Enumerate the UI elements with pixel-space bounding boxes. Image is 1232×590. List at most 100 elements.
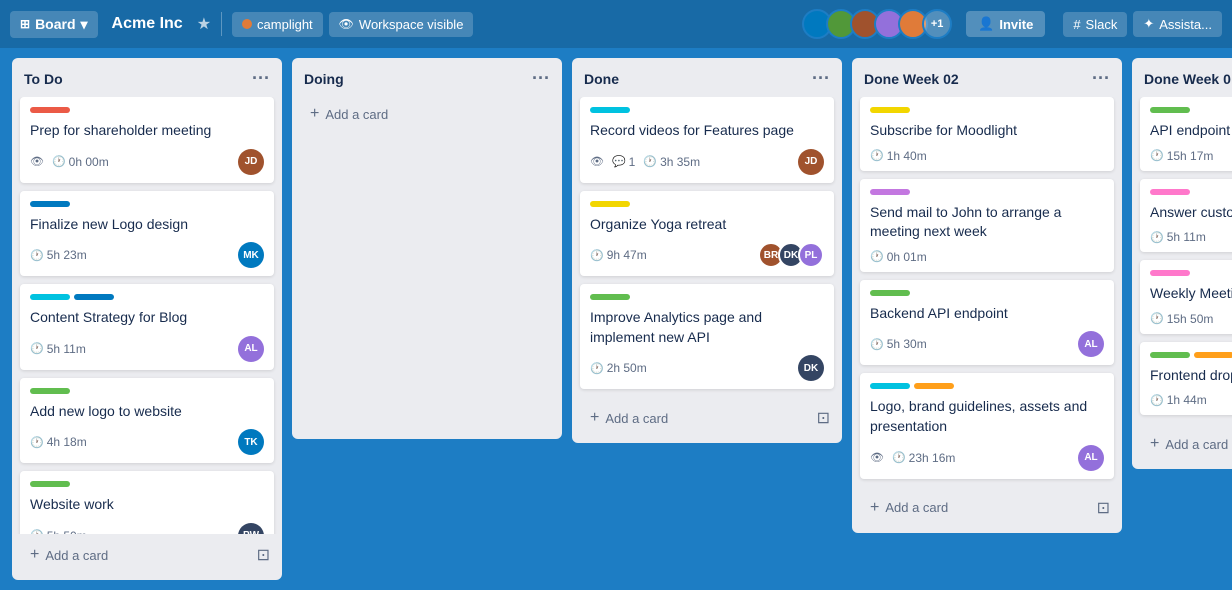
column-more-icon[interactable]: ···: [252, 68, 270, 89]
template-icon[interactable]: ⊡: [813, 404, 834, 432]
column-more-icon[interactable]: ···: [1092, 68, 1110, 89]
column-header-done-week0: Done Week 0 ···: [1132, 58, 1232, 97]
card[interactable]: Finalize new Logo design🕐5h 23mMK: [20, 191, 274, 277]
label-green: [30, 388, 70, 394]
card-time: 0h 00m: [69, 155, 109, 169]
column-done-week0: Done Week 0 ···API endpoint t...🕐15h 17m…: [1132, 58, 1232, 469]
clock-icon: 🕐: [590, 249, 604, 262]
card[interactable]: API endpoint t...🕐15h 17m: [1140, 97, 1232, 171]
card[interactable]: Weekly Meeti... 🕐15h 50m: [1140, 260, 1232, 334]
label-green: [1150, 352, 1190, 358]
assist-button[interactable]: ✦ Assista...: [1133, 11, 1222, 37]
card-time-meta: 🕐0h 00m: [52, 155, 109, 169]
invite-button[interactable]: 👤 Invite: [966, 11, 1045, 37]
column-body-done-week02: Subscribe for Moodlight🕐1h 40m Send mail …: [852, 97, 1122, 487]
card[interactable]: Organize Yoga retreat🕐9h 47mBRDKPL: [580, 191, 834, 277]
add-card-button[interactable]: + Add a card: [300, 97, 554, 131]
slack-button[interactable]: # Slack: [1063, 12, 1127, 37]
card[interactable]: Prep for shareholder meeting👁🕐0h 00mJD: [20, 97, 274, 183]
workspace-title: Acme Inc: [104, 15, 191, 33]
member-avatars: +1: [802, 9, 952, 39]
card[interactable]: Answer custo...🕐5h 11m: [1140, 179, 1232, 253]
top-navigation: ⊞ Board ▾ Acme Inc ★ camplight 👁 Workspa…: [0, 0, 1232, 48]
card[interactable]: Record videos for Features page👁💬1🕐3h 35…: [580, 97, 834, 183]
card-avatar: JD: [798, 149, 824, 175]
card-meta: 🕐5h 30mAL: [870, 331, 1104, 357]
column-body-done-week0: API endpoint t...🕐15h 17m Answer custo...…: [1132, 97, 1232, 423]
card[interactable]: Backend API endpoint🕐5h 30mAL: [860, 280, 1114, 366]
card-time-meta: 🕐15h 50m: [1150, 312, 1213, 326]
camplight-label: camplight: [257, 17, 313, 32]
card-title: Record videos for Features page: [590, 121, 824, 141]
card-title: Weekly Meeti...: [1150, 284, 1232, 304]
label-red: [30, 107, 70, 113]
clock-icon: 🕐: [870, 149, 884, 162]
card-meta: 🕐15h 17m: [1150, 149, 1232, 163]
doing-empty-area: [300, 139, 554, 439]
column-done: Done ···Record videos for Features page👁…: [572, 58, 842, 443]
card-avatar: AL: [238, 336, 264, 362]
column-more-icon[interactable]: ···: [812, 68, 830, 89]
add-card-label: Add a card: [885, 500, 948, 515]
clock-icon: 🕐: [1150, 312, 1164, 325]
card-meta-left: 👁🕐23h 16m: [870, 451, 955, 465]
add-card-button[interactable]: + Add a card: [860, 491, 1093, 525]
column-more-icon[interactable]: ···: [532, 68, 550, 89]
label-orange: [914, 383, 954, 389]
clock-icon: 🕐: [870, 338, 884, 351]
card-time: 1h 40m: [887, 149, 927, 163]
card-time: 1h 44m: [1167, 393, 1207, 407]
card-meta: 🕐2h 50mDK: [590, 355, 824, 381]
card-time: 4h 18m: [47, 435, 87, 449]
card[interactable]: Logo, brand guidelines, assets and prese…: [860, 373, 1114, 478]
plus-icon: +: [870, 499, 879, 517]
card-labels: [1150, 270, 1232, 276]
card-avatar: MK: [238, 242, 264, 268]
add-card-button[interactable]: + Add a card: [580, 401, 813, 435]
card[interactable]: Website work🕐5h 50mPW: [20, 471, 274, 534]
label-pink: [1150, 189, 1190, 195]
card[interactable]: Subscribe for Moodlight🕐1h 40m: [860, 97, 1114, 171]
label-yellow: [870, 107, 910, 113]
star-icon[interactable]: ★: [197, 14, 211, 34]
card[interactable]: Frontend drop...🕐1h 44m: [1140, 342, 1232, 416]
card-meta-left: 🕐1h 40m: [870, 149, 927, 163]
card-avatar: TK: [238, 429, 264, 455]
avatar-overflow-count[interactable]: +1: [922, 9, 952, 39]
card-meta-left: 🕐5h 23m: [30, 248, 87, 262]
plus-icon: +: [1150, 435, 1159, 453]
card-title: Send mail to John to arrange a meeting n…: [870, 203, 1104, 242]
add-card-footer: + Add a card ⊡: [572, 397, 842, 443]
label-blue: [30, 201, 70, 207]
add-card-button[interactable]: + Add a card: [1140, 427, 1232, 461]
workspace-visible-button[interactable]: 👁 Workspace visible: [329, 12, 474, 37]
label-orange: [1194, 352, 1232, 358]
template-icon[interactable]: ⊡: [253, 541, 274, 569]
column-header-done: Done ···: [572, 58, 842, 97]
template-icon[interactable]: ⊡: [1093, 494, 1114, 522]
column-header-doing: Doing ···: [292, 58, 562, 97]
card-meta-left: 🕐9h 47m: [590, 248, 647, 262]
card[interactable]: Send mail to John to arrange a meeting n…: [860, 179, 1114, 272]
card-meta: 🕐5h 23m MK: [30, 242, 264, 268]
add-card-label: Add a card: [1165, 437, 1228, 452]
card-title: Improve Analytics page and implement new…: [590, 308, 824, 347]
clock-icon: 🕐: [590, 362, 604, 375]
clock-icon: 🕐: [643, 155, 657, 168]
board-button[interactable]: ⊞ Board ▾: [10, 11, 98, 38]
label-pink: [1150, 270, 1190, 276]
card-time: 0h 01m: [887, 250, 927, 264]
card-time: 3h 35m: [660, 155, 700, 169]
column-header-done-week02: Done Week 02 ···: [852, 58, 1122, 97]
card-labels: [1150, 107, 1232, 113]
column-body-doing: [292, 139, 562, 439]
card-time-meta: 🕐5h 11m: [1150, 230, 1206, 244]
card[interactable]: Improve Analytics page and implement new…: [580, 284, 834, 389]
slack-icon: #: [1073, 17, 1080, 32]
card[interactable]: Add new logo to website🕐4h 18mTK: [20, 378, 274, 464]
card[interactable]: Content Strategy for Blog🕐5h 11mAL: [20, 284, 274, 370]
add-card-button[interactable]: + Add a card: [20, 538, 253, 572]
card-labels: [30, 481, 264, 487]
camplight-button[interactable]: camplight: [232, 12, 323, 37]
eye-icon: 👁: [339, 17, 354, 31]
